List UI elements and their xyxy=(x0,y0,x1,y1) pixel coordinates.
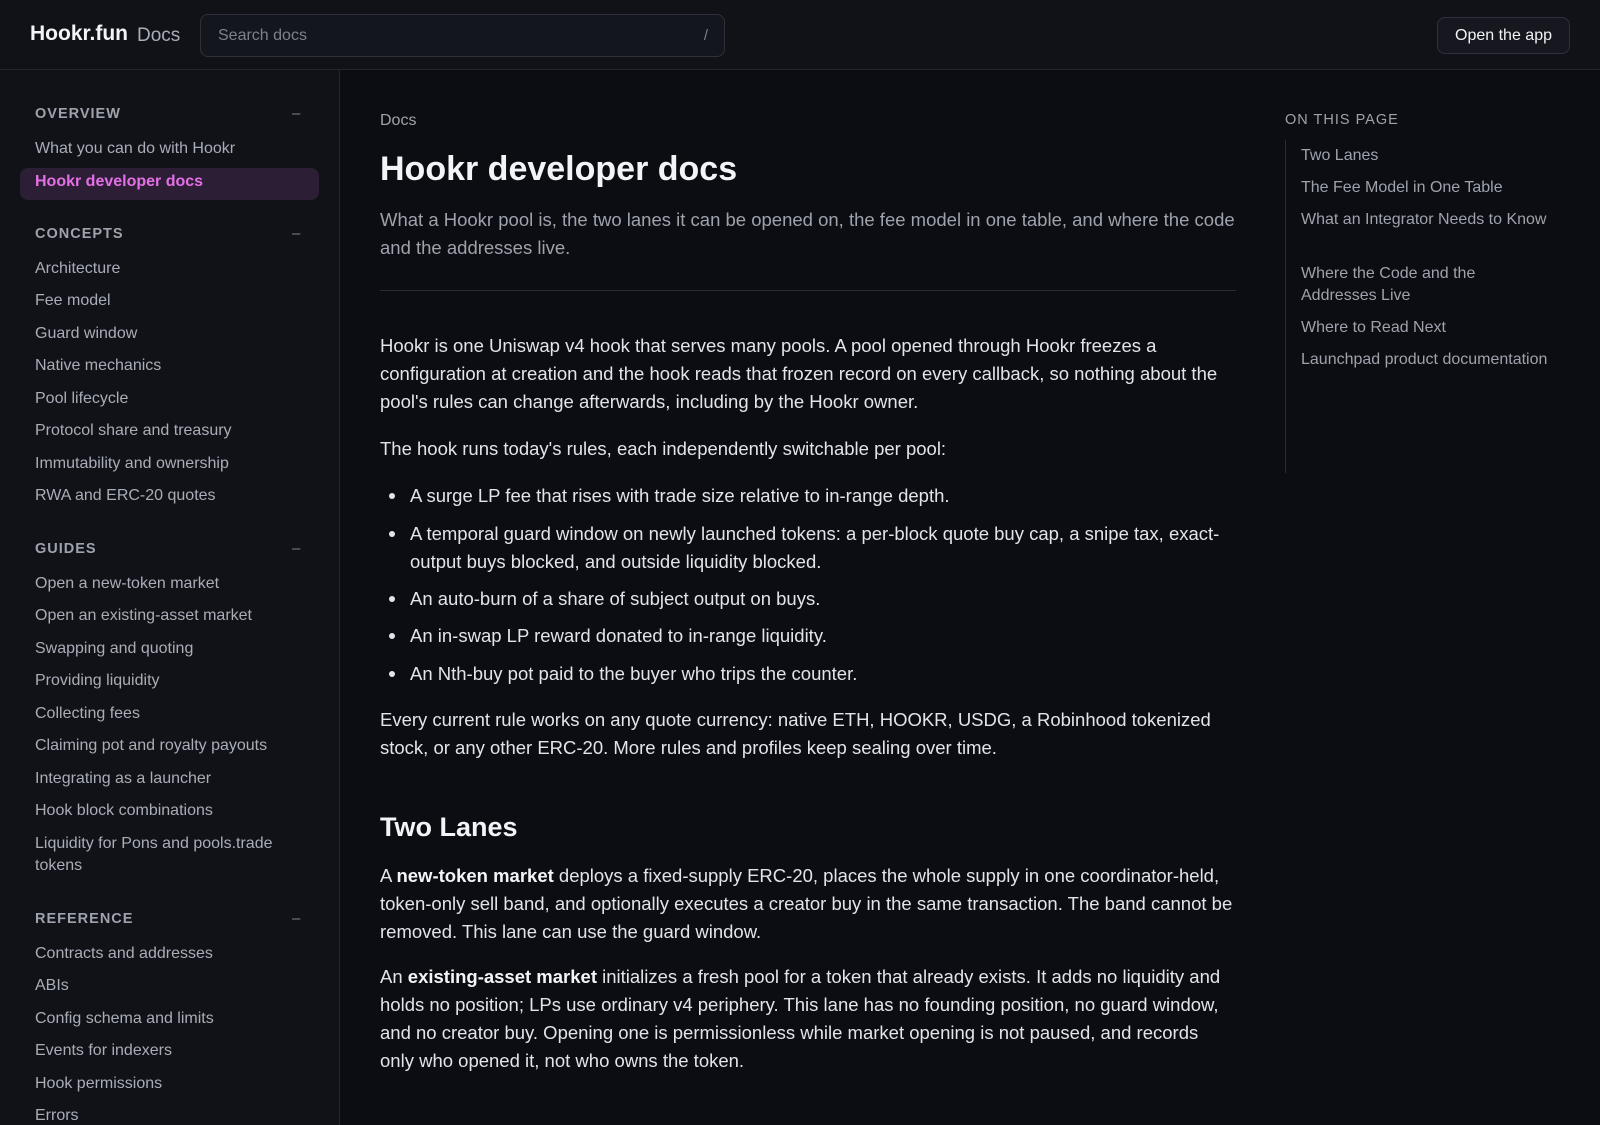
list-item: An in-swap LP reward donated to in-range… xyxy=(389,622,1236,650)
toc-rail xyxy=(1285,140,1286,473)
sidebar-item-protocol-share[interactable]: Protocol share and treasury xyxy=(35,422,232,440)
sidebar-item-liquidity-pons[interactable]: Liquidity for Pons and pools.trade token… xyxy=(35,833,295,877)
sidebar-section-concepts[interactable]: CONCEPTS xyxy=(35,226,124,242)
sidebar-item-immutability[interactable]: Immutability and ownership xyxy=(35,455,229,473)
list-item: A surge LP fee that rises with trade siz… xyxy=(389,482,1236,510)
existing-asset-paragraph: An existing-asset market initializes a f… xyxy=(380,963,1236,1075)
sidebar-item-existing-asset-market[interactable]: Open an existing-asset market xyxy=(35,607,252,625)
intro-paragraph: Hookr is one Uniswap v4 hook that serves… xyxy=(380,335,1218,412)
search-input[interactable] xyxy=(201,15,724,56)
sidebar-item-what-you-can-do[interactable]: What you can do with Hookr xyxy=(35,140,235,158)
top-bar: Hookr.fun Docs / Open the app xyxy=(0,0,1600,70)
sidebar-nav: OVERVIEW – What you can do with Hookr Ho… xyxy=(0,70,340,1125)
toc-heading: ON THIS PAGE xyxy=(1285,112,1399,128)
sidebar-section-reference[interactable]: REFERENCE xyxy=(35,911,133,927)
sidebar-item-errors[interactable]: Errors xyxy=(35,1107,79,1125)
brand-docs-label[interactable]: Docs xyxy=(137,25,180,47)
toc-item-code-addresses[interactable]: Where the Code and the Addresses Live xyxy=(1301,263,1551,307)
list-item: An auto-burn of a share of subject outpu… xyxy=(389,585,1236,613)
sidebar-item-pool-lifecycle[interactable]: Pool lifecycle xyxy=(35,390,128,408)
toc-item-two-lanes[interactable]: Two Lanes xyxy=(1301,145,1551,167)
sidebar-item-contracts[interactable]: Contracts and addresses xyxy=(35,945,213,963)
text-fragment: A xyxy=(380,865,397,886)
sidebar-item-rwa-quotes[interactable]: RWA and ERC-20 quotes xyxy=(35,487,216,505)
sidebar-item-hook-block-combinations[interactable]: Hook block combinations xyxy=(35,802,213,820)
rules-intro: The hook runs today's rules, each indepe… xyxy=(380,438,947,459)
collapse-icon[interactable]: – xyxy=(292,105,300,122)
page-title: Hookr developer docs xyxy=(380,150,738,188)
term-existing-asset-market: existing-asset market xyxy=(407,966,597,987)
sidebar-section-overview[interactable]: OVERVIEW xyxy=(35,106,121,122)
sidebar-item-providing-liquidity[interactable]: Providing liquidity xyxy=(35,672,160,690)
sidebar-item-new-token-market[interactable]: Open a new-token market xyxy=(35,575,219,593)
sidebar-item-events[interactable]: Events for indexers xyxy=(35,1042,172,1060)
search-shortcut-hint: / xyxy=(703,27,708,44)
collapse-icon[interactable]: – xyxy=(292,910,300,927)
list-item: A temporal guard window on newly launche… xyxy=(389,520,1236,576)
sidebar-item-abis[interactable]: ABIs xyxy=(35,977,69,995)
sidebar-item-integrating-launcher[interactable]: Integrating as a launcher xyxy=(35,770,211,788)
sidebar-item-claiming-pot[interactable]: Claiming pot and royalty payouts xyxy=(35,737,267,755)
toc-item-fee-model[interactable]: The Fee Model in One Table xyxy=(1301,177,1551,199)
search-box[interactable]: / xyxy=(200,14,725,57)
collapse-icon[interactable]: – xyxy=(292,540,300,557)
brand-logo[interactable]: Hookr.fun xyxy=(30,22,128,46)
sidebar-item-guard-window[interactable]: Guard window xyxy=(35,325,137,343)
sidebar-item-native-mechanics[interactable]: Native mechanics xyxy=(35,357,161,375)
sidebar-item-developer-docs[interactable]: Hookr developer docs xyxy=(35,173,203,191)
sidebar-section-guides[interactable]: GUIDES xyxy=(35,541,97,557)
sidebar-item-swapping[interactable]: Swapping and quoting xyxy=(35,640,193,658)
divider xyxy=(380,290,1236,291)
sidebar-item-hook-permissions[interactable]: Hook permissions xyxy=(35,1075,162,1093)
new-token-paragraph: A new-token market deploys a fixed-suppl… xyxy=(380,862,1236,946)
toc-item-read-next[interactable]: Where to Read Next xyxy=(1301,317,1551,339)
text-fragment: An xyxy=(380,966,408,987)
collapse-icon[interactable]: – xyxy=(292,225,300,242)
breadcrumb[interactable]: Docs xyxy=(380,112,416,130)
quote-currency-paragraph: Every current rule works on any quote cu… xyxy=(380,709,1211,758)
term-new-token-market: new-token market xyxy=(396,865,554,886)
page-lead: What a Hookr pool is, the two lanes it c… xyxy=(380,209,1235,258)
toc-item-integrator[interactable]: What an Integrator Needs to Know xyxy=(1301,209,1551,231)
sidebar-item-collecting-fees[interactable]: Collecting fees xyxy=(35,705,140,723)
list-item: An Nth-buy pot paid to the buyer who tri… xyxy=(389,660,1236,688)
section-heading-two-lanes: Two Lanes xyxy=(380,812,518,842)
toc-item-launchpad-docs[interactable]: Launchpad product documentation xyxy=(1301,349,1551,371)
sidebar-item-fee-model[interactable]: Fee model xyxy=(35,292,111,310)
sidebar-item-architecture[interactable]: Architecture xyxy=(35,260,120,278)
open-app-button[interactable]: Open the app xyxy=(1437,17,1570,54)
sidebar-item-config-schema[interactable]: Config schema and limits xyxy=(35,1010,214,1028)
